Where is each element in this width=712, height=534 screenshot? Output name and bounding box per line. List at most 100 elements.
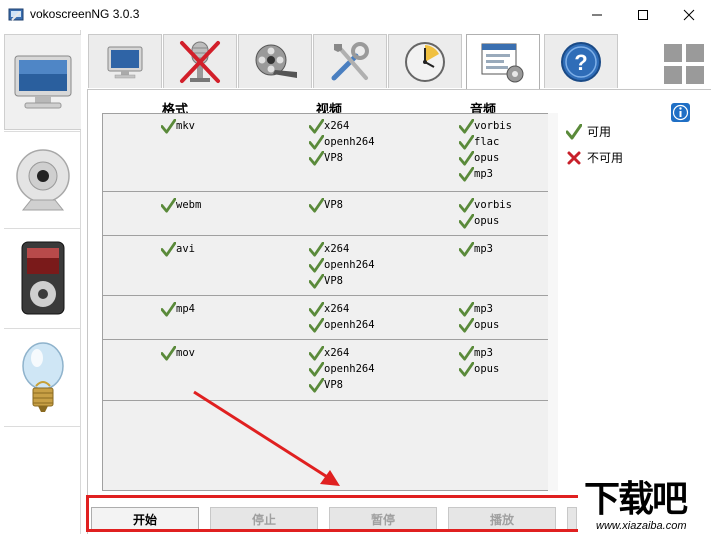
light-bulb-icon: [21, 342, 64, 412]
codec-label: opus: [474, 363, 500, 375]
checkmark-icon: [309, 317, 324, 333]
format-cell: mov: [161, 345, 195, 361]
maximize-icon: [638, 10, 648, 20]
app-icon: [8, 8, 24, 21]
stop-button[interactable]: 停止: [210, 507, 318, 531]
video-codec-cell: VP8: [309, 150, 343, 166]
sidebar-item-screencast[interactable]: [4, 34, 81, 130]
tools-icon: [331, 41, 369, 80]
sidebar-item-camera[interactable]: [4, 132, 81, 228]
tab-timer[interactable]: [388, 34, 462, 88]
checkmark-icon: [309, 118, 324, 134]
tab-misc[interactable]: [313, 34, 387, 88]
checkmark-icon: [309, 377, 324, 393]
video-codec-cell: openh264: [309, 257, 375, 273]
start-button[interactable]: 开始: [91, 507, 199, 531]
audio-codec-cell: opus: [459, 213, 499, 229]
checkmark-icon: [459, 150, 474, 166]
timer-icon: [405, 41, 445, 82]
extra-button[interactable]: [567, 507, 577, 531]
codec-label: opus: [474, 215, 500, 227]
video-codec-cell: openh264: [309, 361, 375, 377]
format-cell: mp4: [161, 301, 195, 317]
codec-label: webm: [176, 199, 202, 211]
table-row-divider: [103, 400, 549, 401]
watermark-url: www.xiazaiba.com: [596, 520, 687, 532]
sidebar-divider: [4, 228, 80, 229]
checkmark-icon: [161, 241, 176, 257]
audio-codec-cell: mp3: [459, 241, 493, 257]
codec-label: openh264: [324, 363, 375, 375]
watermark: 下载吧 www.xiazaiba.com: [578, 468, 712, 534]
video-codec-cell: VP8: [309, 377, 343, 393]
minimize-icon: [592, 14, 602, 16]
microphone-disabled-icon: [180, 40, 220, 83]
audio-codec-cell: mp3: [459, 301, 493, 317]
legend-available-label: 可用: [587, 125, 612, 139]
minimize-button[interactable]: [574, 0, 620, 30]
vertical-scrollbar[interactable]: [548, 113, 558, 491]
close-icon: [683, 9, 695, 21]
checkmark-icon: [459, 301, 474, 317]
codec-table: mkv x264 openh264 VP8 vorbis flac opus mp3 webm V…: [102, 113, 558, 491]
monitor-icon: [14, 55, 72, 109]
audio-codec-cell: vorbis: [459, 197, 512, 213]
tab-audio[interactable]: [163, 34, 237, 88]
tab-codec[interactable]: [238, 34, 312, 88]
codec-label: x264: [324, 347, 350, 359]
sidebar-item-player[interactable]: [4, 230, 81, 326]
window-title: vokoscreenNG 3.0.3: [30, 7, 140, 21]
checkmark-icon: [459, 118, 474, 134]
video-codec-cell: openh264: [309, 317, 375, 333]
svg-text:?: ?: [574, 50, 587, 75]
codec-label: mkv: [176, 120, 195, 132]
table-row-divider: [103, 235, 549, 236]
video-codec-cell: x264: [309, 301, 349, 317]
checkmark-icon: [459, 241, 474, 257]
checkmark-icon: [309, 241, 324, 257]
sidebar-divider: [4, 328, 80, 329]
video-codec-cell: VP8: [309, 273, 343, 289]
maximize-button[interactable]: [620, 0, 666, 30]
video-codec-cell: x264: [309, 241, 349, 257]
media-player-icon: [21, 241, 64, 315]
close-button[interactable]: [666, 0, 712, 30]
tab-about[interactable]: ?: [544, 34, 618, 88]
codec-label: x264: [324, 120, 350, 132]
title-bar: vokoscreenNG 3.0.3: [0, 0, 712, 30]
codec-label: avi: [176, 243, 195, 255]
legend-unavailable-label: 不可用: [587, 151, 624, 165]
audio-codec-cell: mp3: [459, 345, 493, 361]
codec-label: VP8: [324, 275, 343, 287]
checkmark-icon: [309, 150, 324, 166]
codec-label: mp3: [474, 347, 493, 359]
tab-screen[interactable]: [88, 34, 162, 88]
format-cell: mkv: [161, 118, 195, 134]
checkmark-icon: [161, 118, 176, 134]
audio-codec-cell: opus: [459, 150, 499, 166]
codec-label: vorbis: [474, 120, 512, 132]
info-icon[interactable]: [671, 103, 690, 122]
checkmark-icon: [309, 197, 324, 213]
sidebar-divider: [4, 426, 80, 427]
checkmark-icon: [566, 123, 582, 139]
codec-label: mp3: [474, 243, 493, 255]
video-codec-cell: x264: [309, 345, 349, 361]
grid-view-icon[interactable]: [664, 44, 704, 84]
watermark-logo: 下载吧: [584, 479, 688, 520]
checkmark-icon: [459, 317, 474, 333]
checkmark-icon: [161, 197, 176, 213]
checkmark-icon: [309, 273, 324, 289]
audio-codec-cell: flac: [459, 134, 499, 150]
cross-icon: [567, 151, 581, 164]
window-settings-icon: [481, 43, 524, 82]
checkmark-icon: [161, 345, 176, 361]
codec-label: mp3: [474, 168, 493, 180]
table-row-divider: [103, 295, 549, 296]
audio-codec-cell: opus: [459, 317, 499, 333]
audio-codec-cell: mp3: [459, 166, 493, 182]
play-button[interactable]: 播放: [448, 507, 556, 531]
pause-button[interactable]: 暂停: [329, 507, 437, 531]
sidebar-item-log[interactable]: [4, 330, 81, 426]
tab-settings[interactable]: [466, 34, 540, 90]
